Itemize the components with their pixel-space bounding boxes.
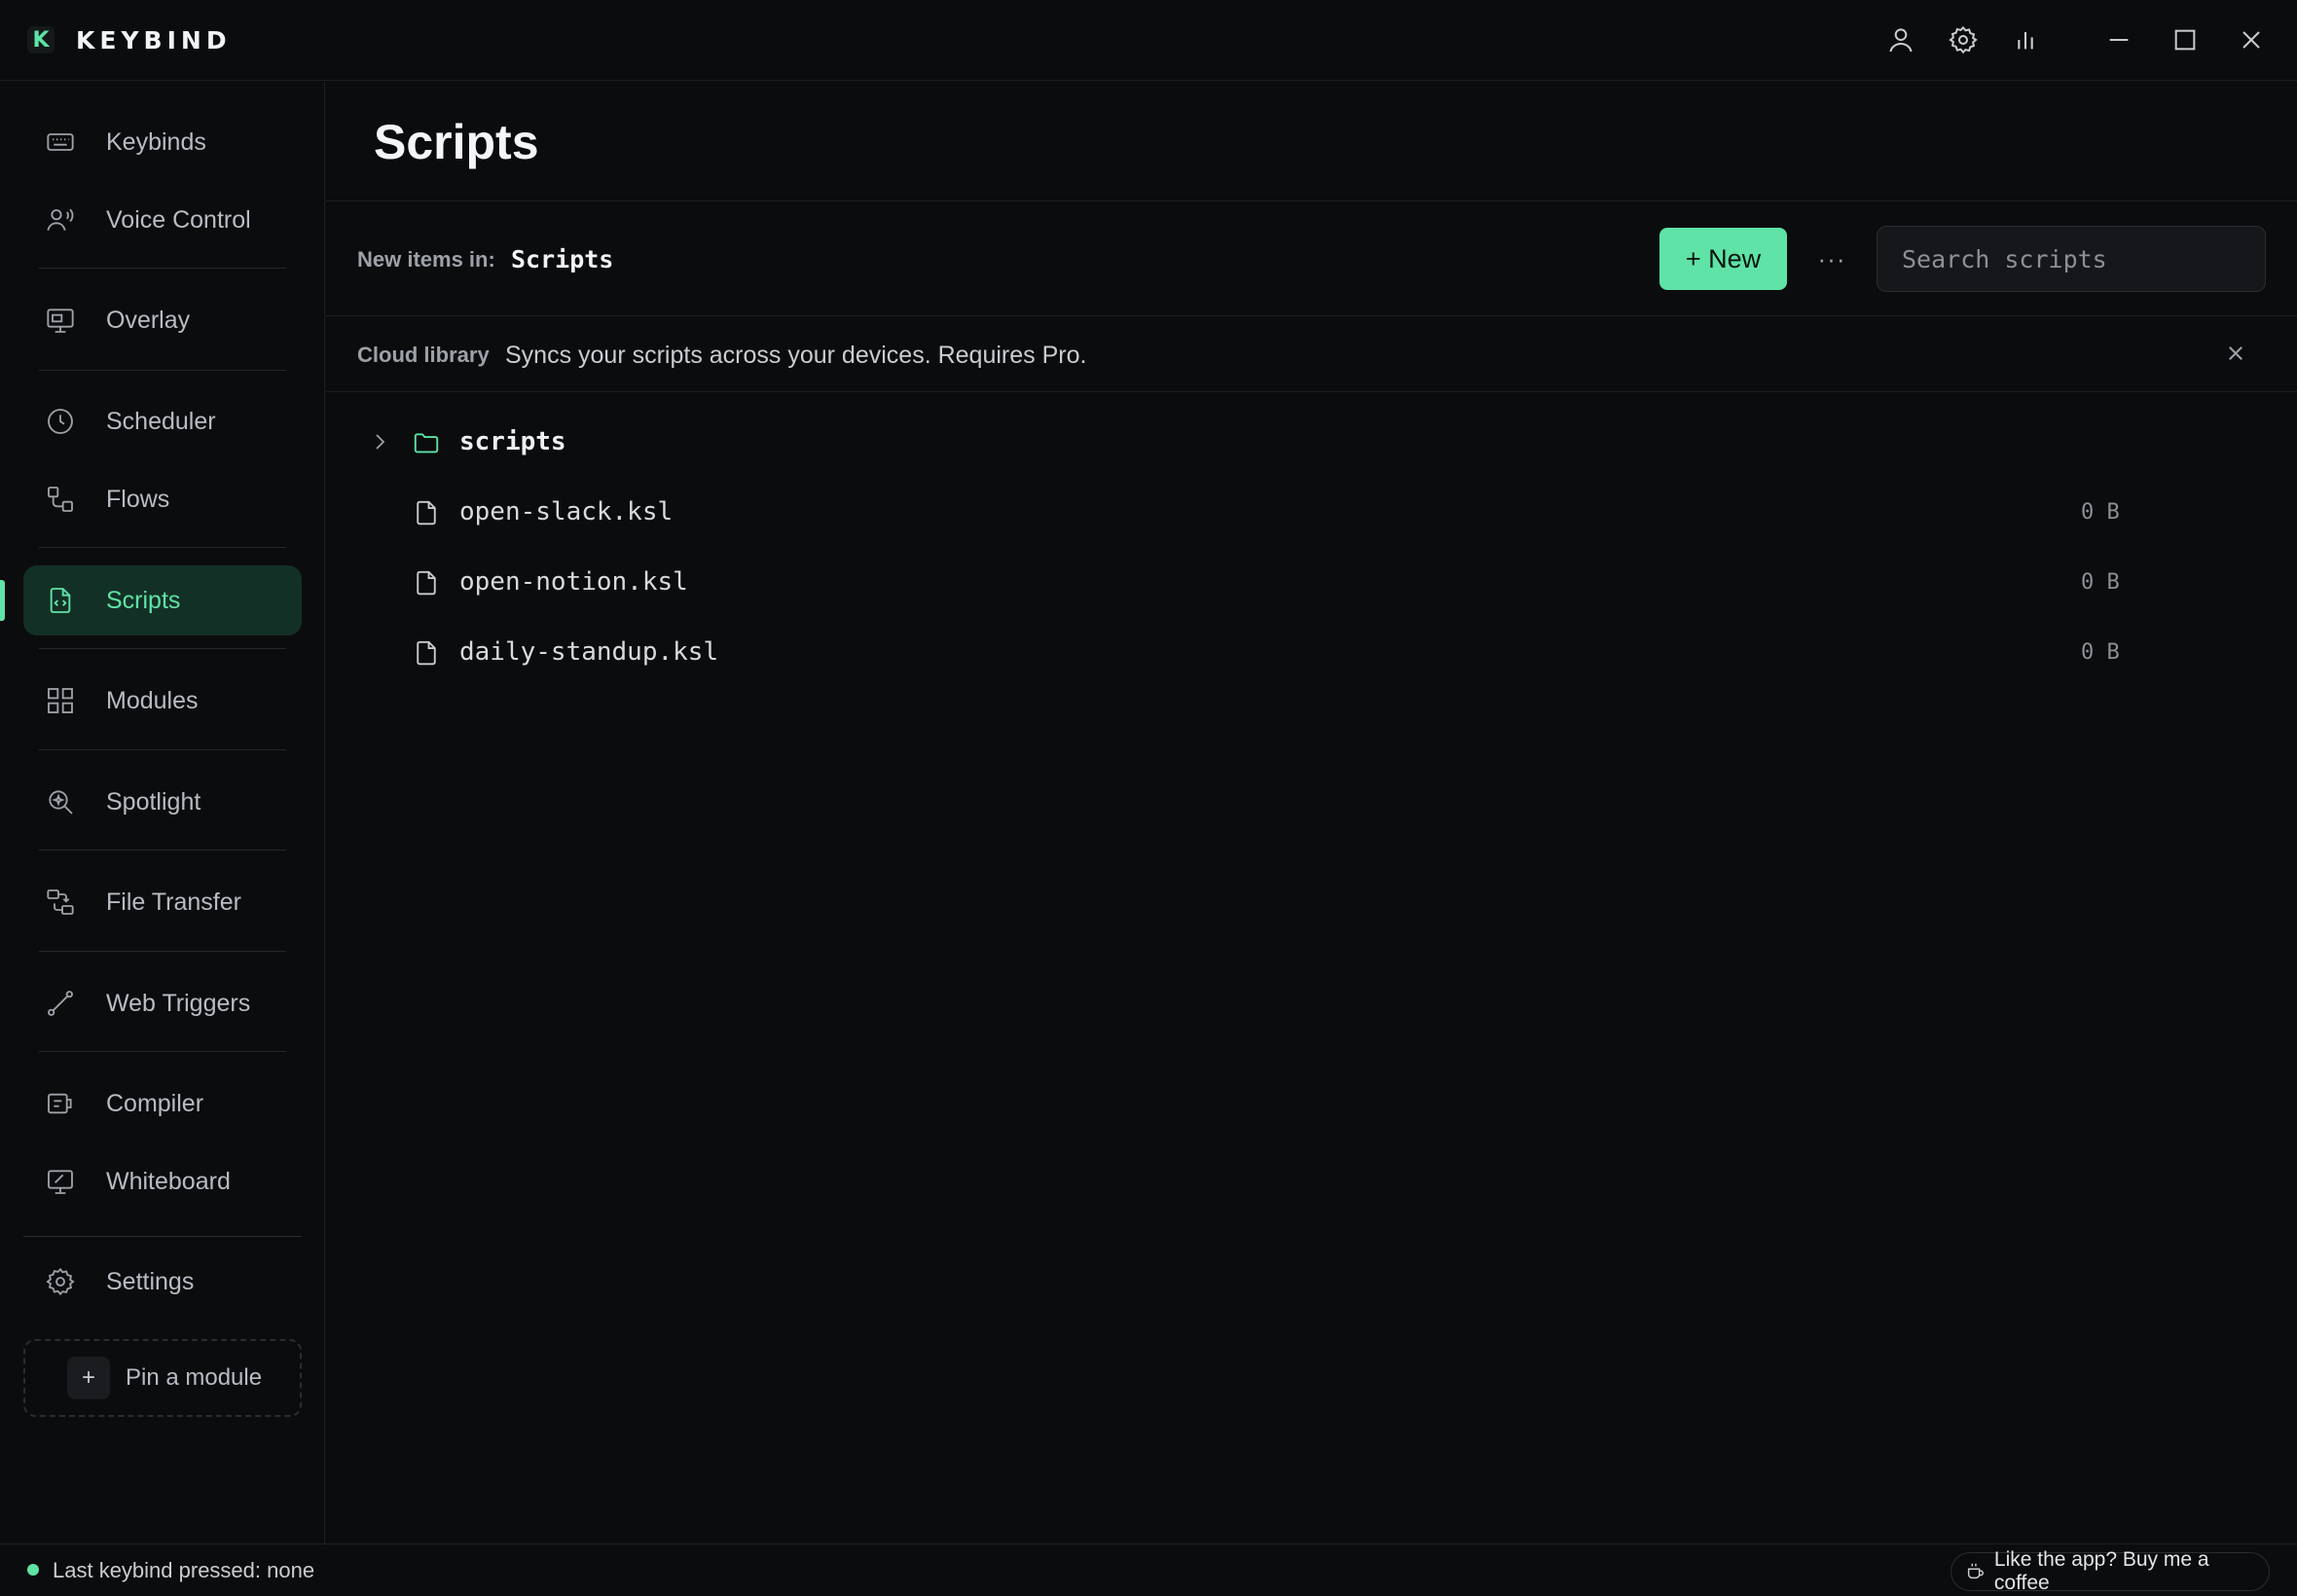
- sidebar-item-scripts[interactable]: Scripts: [23, 565, 302, 635]
- sidebar-item-label: Compiler: [106, 1089, 204, 1117]
- file-icon: [412, 638, 441, 668]
- file-size: 0 B: [2081, 640, 2120, 665]
- close-icon[interactable]: [2221, 339, 2250, 368]
- search-input[interactable]: [1877, 226, 2266, 292]
- buy-coffee-label: Like the app? Buy me a coffee: [1993, 1548, 2209, 1594]
- tree-item-name: scripts: [459, 427, 566, 456]
- bar-chart-icon[interactable]: [2007, 21, 2044, 58]
- sidebar-item-compiler[interactable]: Compiler: [23, 1069, 302, 1139]
- whiteboard-icon: [45, 1166, 76, 1197]
- sidebar-item-settings[interactable]: Settings: [23, 1247, 302, 1317]
- compiler-icon: [45, 1088, 76, 1119]
- banner-text: Syncs your scripts across your devices. …: [505, 342, 1087, 369]
- buy-coffee-button[interactable]: Like the app? Buy me a coffee: [1951, 1548, 2270, 1594]
- toolbar-divider: [326, 315, 2297, 316]
- sidebar-item-label: Spotlight: [106, 787, 201, 816]
- status-bar: Last keybind pressed: none Like the app?…: [0, 1543, 2297, 1596]
- tree-item-name: open-slack.ksl: [459, 497, 674, 526]
- app-logo: K: [27, 26, 55, 54]
- monitor-icon: [45, 305, 76, 336]
- sidebar-item-label: Settings: [106, 1267, 195, 1295]
- sidebar-item-spotlight[interactable]: Spotlight: [23, 767, 302, 837]
- keyboard-icon: [45, 127, 76, 158]
- header-divider: [326, 200, 2297, 201]
- sidebar-item-label: Flows: [106, 485, 170, 513]
- sidebar-item-whiteboard[interactable]: Whiteboard: [23, 1146, 302, 1216]
- more-options-icon[interactable]: ···: [1812, 239, 1851, 278]
- sidebar-divider: [39, 850, 286, 851]
- new-items-label: New items in:: [357, 247, 495, 272]
- sidebar-divider: [39, 749, 286, 750]
- plus-icon: +: [67, 1357, 110, 1399]
- sidebar-item-label: Keybinds: [106, 127, 206, 156]
- sidebar-item-file-transfer[interactable]: File Transfer: [23, 867, 302, 937]
- gear-icon[interactable]: [1945, 21, 1982, 58]
- file-icon: [412, 568, 441, 598]
- tree-item-name: daily-standup.ksl: [459, 637, 719, 667]
- sidebar-divider: [23, 1236, 302, 1237]
- sidebar-item-overlay[interactable]: Overlay: [23, 285, 302, 355]
- page-title: Scripts: [374, 115, 539, 169]
- tree-row[interactable]: daily-standup.ksl 0 B: [350, 621, 2141, 683]
- grid-icon: [45, 685, 76, 716]
- sidebar-item-label: Modules: [106, 686, 199, 714]
- sidebar-divider: [39, 1051, 286, 1052]
- chevron-right-icon[interactable]: [368, 430, 391, 453]
- folder-icon: [412, 428, 441, 457]
- sidebar-item-label: Whiteboard: [106, 1167, 231, 1195]
- sidebar-item-label: Voice Control: [106, 205, 251, 234]
- tree-row[interactable]: open-slack.ksl 0 B: [350, 481, 2141, 543]
- brand: K KEYBIND: [27, 26, 232, 54]
- close-icon[interactable]: [2233, 21, 2270, 58]
- minimize-icon[interactable]: [2100, 21, 2137, 58]
- sidebar-item-modules[interactable]: Modules: [23, 666, 302, 736]
- sidebar-item-label: Scheduler: [106, 407, 216, 435]
- banner-title: Cloud library: [357, 343, 490, 367]
- active-indicator: [0, 580, 5, 621]
- web-trigger-icon: [45, 988, 76, 1019]
- user-icon[interactable]: [1882, 21, 1919, 58]
- pin-module-button[interactable]: + Pin a module: [23, 1339, 302, 1417]
- sidebar-item-label: Scripts: [106, 586, 181, 614]
- file-transfer-icon: [45, 887, 76, 918]
- voice-icon: [45, 204, 76, 236]
- sidebar-divider: [39, 370, 286, 371]
- sidebar-item-label: Web Triggers: [106, 989, 251, 1017]
- spotlight-search-icon: [45, 786, 76, 817]
- sidebar: Keybinds Voice Control Overlay Scheduler…: [0, 82, 325, 1543]
- gear-icon: [45, 1266, 76, 1297]
- sidebar-item-flows[interactable]: Flows: [23, 464, 302, 534]
- sidebar-item-label: File Transfer: [106, 888, 241, 916]
- sidebar-item-voice-control[interactable]: Voice Control: [23, 185, 302, 255]
- flows-icon: [45, 484, 76, 515]
- sidebar-item-web-triggers[interactable]: Web Triggers: [23, 968, 302, 1038]
- tree-row[interactable]: open-notion.ksl 0 B: [350, 551, 2141, 613]
- sidebar-item-scheduler[interactable]: Scheduler: [23, 386, 302, 456]
- tree-item-name: open-notion.ksl: [459, 567, 688, 597]
- sidebar-divider: [39, 547, 286, 548]
- status-text: Last keybind pressed: none: [53, 1558, 315, 1582]
- file-size: 0 B: [2081, 500, 2120, 525]
- status-indicator: [27, 1564, 39, 1576]
- script-file-icon: [45, 585, 76, 616]
- title-bar: K KEYBIND: [0, 0, 2297, 81]
- new-items-folder[interactable]: Scripts: [511, 245, 613, 273]
- pin-module-label: Pin a module: [126, 1364, 263, 1391]
- banner-divider: [326, 391, 2297, 392]
- file-icon: [412, 498, 441, 527]
- app-name: KEYBIND: [76, 25, 232, 54]
- sidebar-divider: [39, 648, 286, 649]
- clock-icon: [45, 406, 76, 437]
- file-size: 0 B: [2081, 570, 2120, 595]
- maximize-icon[interactable]: [2167, 21, 2204, 58]
- sidebar-item-label: Overlay: [106, 306, 191, 334]
- sidebar-divider: [39, 951, 286, 952]
- sidebar-divider: [39, 268, 286, 269]
- tree-row[interactable]: scripts: [350, 411, 2141, 473]
- coffee-cup-icon: [1965, 1561, 1987, 1582]
- sidebar-item-keybinds[interactable]: Keybinds: [23, 107, 302, 177]
- new-button[interactable]: + New: [1659, 228, 1787, 290]
